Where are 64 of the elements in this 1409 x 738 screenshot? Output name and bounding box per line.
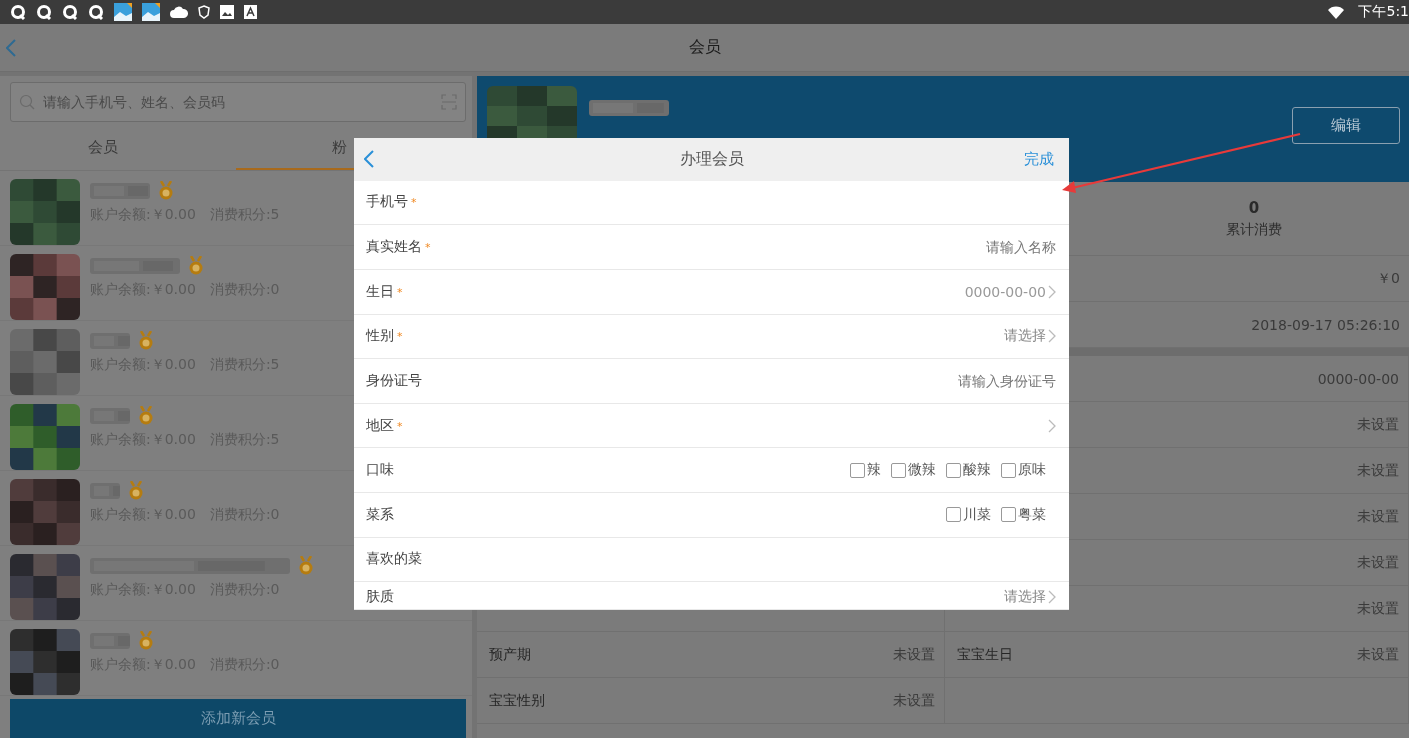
field-label: 喜欢的菜 [366,550,422,569]
add-member-button[interactable]: 添加新会员 [10,699,466,738]
stat-value: 0 [1248,198,1260,217]
checkbox-option[interactable]: 原味 [1001,461,1046,480]
page-title: 会员 [687,37,722,58]
field-label: 身份证号 [366,371,422,390]
field-value: 2018-09-17 05:26:10 [1251,316,1400,333]
edit-button[interactable]: 编辑 [1292,107,1400,144]
app-icon[interactable] [62,4,78,20]
input-field[interactable]: 请输入身份证号 [430,372,1056,389]
field-value: 未设置 [1357,645,1399,664]
medal-icon [188,256,204,276]
shield-icon[interactable] [198,5,210,19]
app-icon[interactable] [10,4,26,20]
field-value: 未设置 [893,691,935,710]
done-button[interactable]: 完成 [1009,149,1069,169]
field-label: 宝宝生日 [957,645,1013,664]
field-label: 宝宝性别 [489,691,545,710]
checkbox-option[interactable]: 酸辣 [946,461,991,480]
wifi-icon [1328,5,1345,19]
medal-icon [138,406,154,426]
select-field[interactable]: 请选择 [402,588,1056,607]
field-value: ￥0 [1377,269,1400,288]
field-value: 未设置 [1357,553,1399,572]
field-value: 未设置 [1357,461,1399,480]
chevron-right-icon [1048,284,1056,299]
medal-icon [138,631,154,651]
select-field[interactable]: 请选择 [410,327,1056,346]
input-field[interactable]: 请输入名称 [438,239,1056,256]
font-icon[interactable] [244,5,257,19]
select-field[interactable]: 0000-00-00 [410,283,1056,300]
dialog-title: 办理会员 [678,148,745,170]
field-label: 生日 * [366,282,403,301]
field-label: 预产期 [489,645,531,664]
checkbox-option[interactable]: 粤菜 [1001,505,1046,524]
chevron-right-icon [1048,418,1056,433]
chevron-right-icon [1048,590,1056,605]
field-value: 0000-00-00 [1317,370,1399,387]
status-time: 下午5:1 [1358,3,1409,21]
field-label: 口味 [366,461,394,480]
image-icon[interactable] [220,5,234,19]
medal-icon [298,556,314,576]
stat-label: 累计消费 [1226,220,1282,239]
field-value: 未设置 [1357,415,1399,434]
medal-icon [138,331,154,351]
checkbox-option[interactable]: 辣 [850,461,881,480]
medal-icon [128,481,144,501]
chevron-right-icon [1048,329,1056,344]
field-value: 未设置 [893,645,935,664]
field-value: 未设置 [1357,599,1399,618]
checkbox-option[interactable]: 微辣 [891,461,936,480]
app-icon[interactable] [36,4,52,20]
field-value: 未设置 [1357,507,1399,526]
field-label: 真实姓名 * [366,238,431,257]
field-label: 手机号 * [366,193,417,212]
checkbox-option[interactable]: 川菜 [946,505,991,524]
medal-icon [158,181,174,201]
field-label: 菜系 [366,505,394,524]
field-label: 性别 * [366,327,403,346]
cloud-icon[interactable] [170,6,188,18]
field-label: 肤质 [366,588,394,607]
field-label: 地区 * [366,416,403,435]
search-icon [19,94,35,110]
app-icon[interactable] [88,4,104,20]
